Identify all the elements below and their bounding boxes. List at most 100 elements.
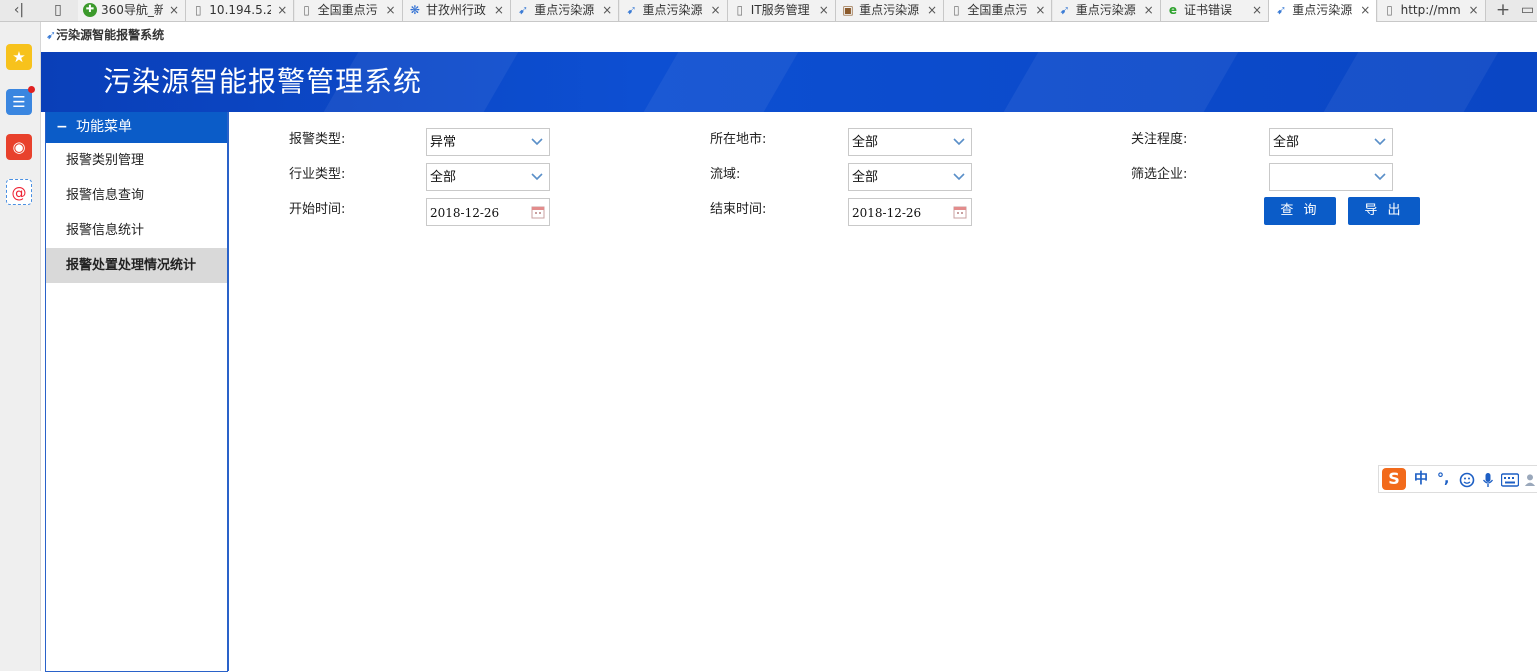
attention-label: 关注程度: bbox=[1131, 132, 1188, 147]
tab-title: 全国重点污 bbox=[317, 3, 378, 17]
close-icon[interactable]: × bbox=[819, 2, 829, 18]
browser-tab[interactable]: ✚ 360导航_新 × bbox=[78, 0, 186, 21]
menu-item-alarm-query[interactable]: 报警信息查询 bbox=[46, 178, 227, 213]
site-bird-icon: ➹ bbox=[626, 3, 637, 17]
tab-menu-icon[interactable]: ▭ bbox=[1518, 0, 1537, 21]
close-icon[interactable]: × bbox=[1144, 2, 1154, 18]
browser-tab[interactable]: e 证书错误 × bbox=[1161, 0, 1269, 21]
tab-title: 全国重点污 bbox=[967, 3, 1028, 17]
calendar-icon[interactable] bbox=[531, 205, 545, 219]
industry-label: 行业类型: bbox=[289, 167, 346, 182]
browser-tab[interactable]: ▣ 重点污染源 × bbox=[836, 0, 945, 21]
system-title: 污染源智能报警管理系统 bbox=[103, 65, 423, 98]
site-bird-icon: ➹ bbox=[518, 3, 529, 17]
menu-item-disposal-stats[interactable]: 报警处置处理情况统计 bbox=[46, 248, 227, 283]
end-time-input[interactable]: 2018-12-26 bbox=[848, 198, 972, 226]
phone-icon[interactable]: ▯ bbox=[44, 0, 72, 21]
collapse-icon: − bbox=[56, 119, 68, 135]
close-icon[interactable]: × bbox=[710, 2, 720, 18]
page-icon: ▯ bbox=[736, 3, 744, 17]
news-list-icon[interactable]: ☰ bbox=[6, 86, 35, 115]
close-icon[interactable]: × bbox=[386, 2, 396, 18]
city-label: 所在地市: bbox=[710, 132, 767, 147]
tab-title: 重点污染源 bbox=[859, 3, 920, 17]
industry-select[interactable]: 全部 bbox=[426, 163, 550, 191]
close-icon[interactable]: × bbox=[1469, 2, 1479, 18]
tab-title: 重点污染源 bbox=[1075, 3, 1136, 17]
close-icon[interactable]: × bbox=[169, 2, 179, 18]
tab-title: 证书错误 bbox=[1184, 3, 1233, 17]
start-time-input[interactable]: 2018-12-26 bbox=[426, 198, 550, 226]
360-nav-icon: ✚ bbox=[83, 3, 97, 17]
close-icon[interactable]: × bbox=[1035, 2, 1045, 18]
ime-punctuation-toggle[interactable]: °, bbox=[1437, 470, 1449, 488]
export-button[interactable]: 导 出 bbox=[1348, 197, 1420, 225]
city-value: 全部 bbox=[852, 135, 879, 150]
page-icon: ▯ bbox=[1386, 3, 1393, 17]
industry-value: 全部 bbox=[430, 170, 457, 185]
site-bird-icon: ➹ bbox=[46, 28, 57, 42]
chevron-down-icon bbox=[953, 138, 965, 146]
enterprise-select[interactable] bbox=[1269, 163, 1393, 191]
sogou-logo-icon[interactable]: S bbox=[1382, 468, 1406, 490]
end-time-value: 2018-12-26 bbox=[852, 206, 922, 220]
browser-tab[interactable]: ▯ 全国重点污 × bbox=[944, 0, 1053, 21]
menu-item-alarm-category[interactable]: 报警类别管理 bbox=[46, 143, 227, 178]
microphone-icon[interactable] bbox=[1480, 472, 1496, 488]
menu-header[interactable]: − 功能菜单 bbox=[46, 112, 227, 143]
browser-tab[interactable]: ❋ 甘孜州行政 × bbox=[402, 0, 511, 21]
keyboard-icon[interactable] bbox=[1501, 473, 1519, 487]
browser-sidebar: ★ ☰ ◉ @ bbox=[0, 22, 41, 671]
browser-tab[interactable]: ▯ 全国重点污 × bbox=[294, 0, 403, 21]
close-icon[interactable]: × bbox=[277, 2, 287, 18]
collapse-left-icon[interactable]: ‹| bbox=[4, 0, 34, 21]
browser-tab[interactable]: ▯ 10.194.5.2 × bbox=[186, 0, 295, 21]
browser-tab[interactable]: ▯ IT服务管理 × bbox=[727, 0, 836, 21]
close-icon[interactable]: × bbox=[1360, 2, 1370, 18]
start-time-value: 2018-12-26 bbox=[430, 206, 500, 220]
weibo-icon[interactable]: ◉ bbox=[6, 134, 32, 160]
basin-select[interactable]: 全部 bbox=[848, 163, 972, 191]
baidu-paw-icon: ❋ bbox=[409, 3, 420, 17]
browser-tab[interactable]: ➹ 重点污染源 × bbox=[511, 0, 620, 21]
site-bird-icon: ➹ bbox=[1059, 3, 1070, 17]
city-select[interactable]: 全部 bbox=[848, 128, 972, 156]
tab-title: http://mm bbox=[1400, 3, 1461, 17]
end-time-label: 结束时间: bbox=[710, 202, 767, 217]
calendar-icon[interactable] bbox=[953, 205, 967, 219]
tab-title: 重点污染源 bbox=[1292, 3, 1353, 17]
close-icon[interactable]: × bbox=[1252, 2, 1262, 18]
tab-title: 360导航_新 bbox=[101, 3, 163, 17]
alarm-type-select[interactable]: 异常 bbox=[426, 128, 550, 156]
tab-title: 甘孜州行政 bbox=[425, 3, 486, 17]
star-favorites-icon[interactable]: ★ bbox=[6, 44, 32, 70]
browser-tab[interactable]: ▯ http://mm × bbox=[1377, 0, 1486, 21]
menu-item-alarm-stats[interactable]: 报警信息统计 bbox=[46, 213, 227, 248]
chevron-down-icon bbox=[531, 173, 543, 181]
alarm-type-value: 异常 bbox=[430, 135, 457, 150]
new-tab-button[interactable]: + bbox=[1492, 0, 1514, 21]
browser-tab[interactable]: ➹ 重点污染源 × bbox=[619, 0, 728, 21]
ie-error-icon: e bbox=[1168, 3, 1178, 17]
enterprise-label: 筛选企业: bbox=[1131, 167, 1188, 182]
close-icon[interactable]: × bbox=[602, 2, 612, 18]
query-button[interactable]: 查 询 bbox=[1264, 197, 1336, 225]
header-banner: 污染源智能报警管理系统 bbox=[41, 52, 1537, 112]
browser-tab[interactable]: ➹ 重点污染源 × bbox=[1052, 0, 1161, 21]
tab-title: 重点污染源 bbox=[534, 3, 595, 17]
attention-select[interactable]: 全部 bbox=[1269, 128, 1393, 156]
emoji-icon[interactable] bbox=[1459, 472, 1475, 488]
email-at-icon[interactable]: @ bbox=[6, 179, 32, 205]
close-icon[interactable]: × bbox=[494, 2, 504, 18]
browser-tab[interactable]: ➹ 重点污染源 × bbox=[1269, 0, 1378, 22]
close-icon[interactable]: × bbox=[927, 2, 937, 18]
chevron-down-icon bbox=[1374, 138, 1386, 146]
page-title: ➹污染源智能报警系统 bbox=[46, 28, 165, 42]
ime-language-toggle[interactable]: 中 bbox=[1414, 470, 1428, 488]
function-menu: − 功能菜单 报警类别管理 报警信息查询 报警信息统计 报警处置处理情况统计 bbox=[45, 112, 228, 672]
page-icon: ▯ bbox=[953, 3, 960, 17]
alarm-type-label: 报警类型: bbox=[289, 132, 346, 147]
page-icon: ▯ bbox=[303, 3, 310, 17]
user-icon[interactable] bbox=[1524, 472, 1536, 488]
basin-label: 流域: bbox=[710, 167, 741, 182]
